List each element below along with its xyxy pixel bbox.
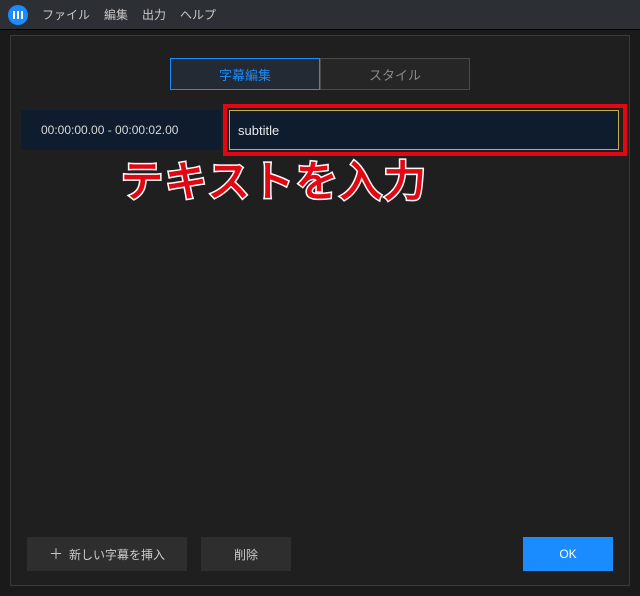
app-logo-icon [8, 5, 28, 25]
tab-subtitle-edit[interactable]: 字幕編集 [170, 58, 320, 90]
menu-edit[interactable]: 編集 [104, 6, 128, 23]
tab-style[interactable]: スタイル [320, 58, 470, 90]
menu-help[interactable]: ヘルプ [180, 6, 216, 23]
subtitle-rows: 00:00:00.00 - 00:00:02.00 subtitle テキストを… [11, 110, 629, 523]
subtitle-text-input[interactable]: subtitle [229, 110, 619, 150]
subtitle-time-range[interactable]: 00:00:00.00 - 00:00:02.00 [21, 110, 221, 150]
insert-subtitle-label: 新しい字幕を挿入 [69, 546, 165, 563]
delete-button[interactable]: 削除 [201, 537, 291, 571]
insert-subtitle-button[interactable]: ＋ 新しい字幕を挿入 [27, 537, 187, 571]
tabs: 字幕編集 スタイル [11, 58, 629, 90]
menu-output[interactable]: 出力 [142, 6, 166, 23]
subtitle-panel: 字幕編集 スタイル 00:00:00.00 - 00:00:02.00 subt… [10, 35, 630, 586]
ok-button[interactable]: OK [523, 537, 613, 571]
annotation-callout-text: テキストを入力 [121, 148, 629, 209]
plus-icon: ＋ [49, 547, 63, 561]
subtitle-row: 00:00:00.00 - 00:00:02.00 subtitle [21, 110, 619, 150]
menu-file[interactable]: ファイル [42, 6, 90, 23]
menubar: ファイル 編集 出力 ヘルプ [0, 0, 640, 30]
bottom-bar: ＋ 新しい字幕を挿入 削除 OK [11, 523, 629, 585]
